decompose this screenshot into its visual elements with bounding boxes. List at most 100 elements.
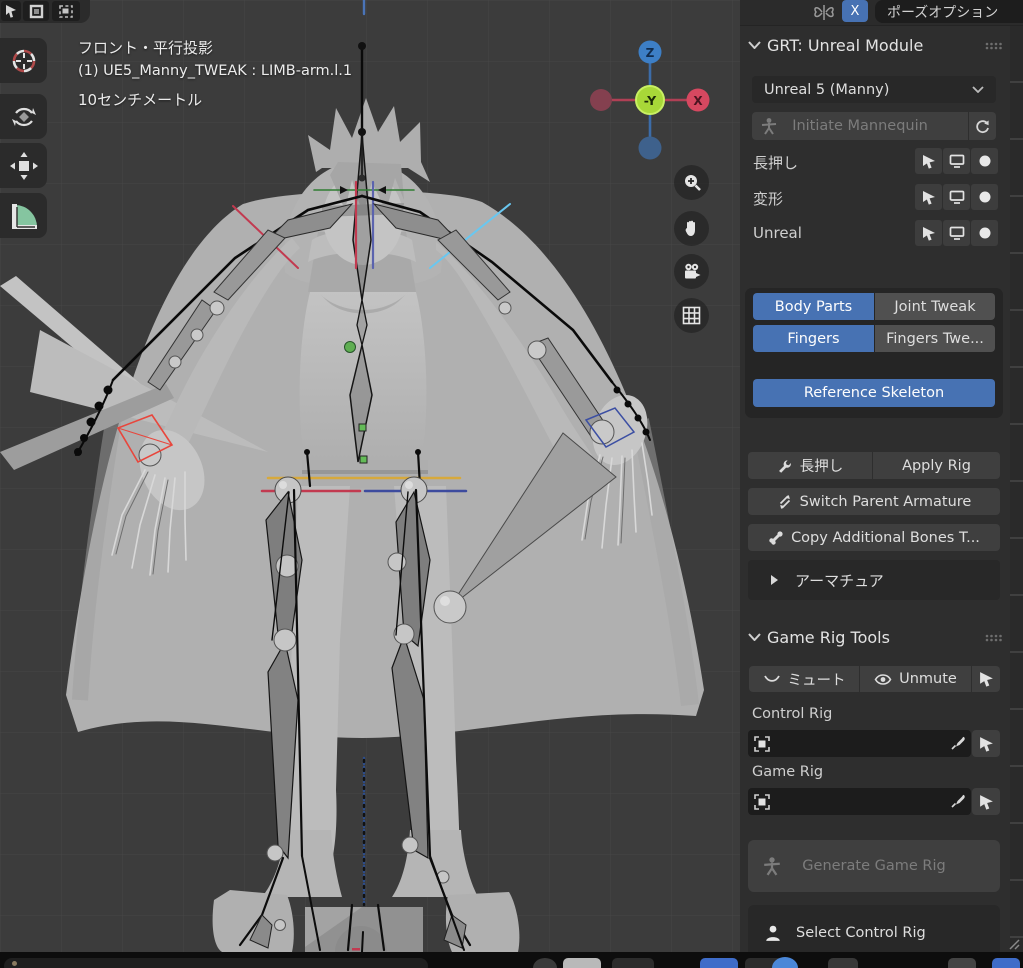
chevron-down-icon bbox=[972, 86, 984, 93]
cursor-3d-icon bbox=[9, 46, 39, 76]
circle-toggle[interactable] bbox=[971, 184, 998, 210]
generate-game-rig-button[interactable]: Generate Game Rig bbox=[748, 840, 1000, 892]
taskbar[interactable] bbox=[0, 952, 1023, 968]
circle-icon bbox=[978, 154, 992, 168]
box-select-button[interactable] bbox=[23, 1, 49, 21]
ortho-toggle-button[interactable] bbox=[674, 298, 709, 333]
initiate-mannequin-button[interactable]: Initiate Mannequin bbox=[752, 112, 968, 140]
zoom-icon bbox=[682, 173, 702, 193]
taskbar-icon[interactable] bbox=[533, 958, 557, 968]
refresh-button[interactable] bbox=[969, 112, 996, 140]
apply-rig-button[interactable]: Apply Rig bbox=[873, 452, 1000, 479]
cursor-toggle[interactable] bbox=[915, 148, 942, 174]
eyedropper-icon[interactable] bbox=[950, 794, 965, 809]
cursor-3d-tool-button[interactable] bbox=[0, 38, 47, 83]
select-control-rig-button[interactable]: Select Control Rig bbox=[748, 905, 1000, 952]
rig-selector-box: Body Parts Joint Tweak Fingers Fingers T… bbox=[745, 288, 1003, 418]
control-rig-field[interactable] bbox=[748, 730, 971, 757]
circle-toggle[interactable] bbox=[971, 148, 998, 174]
eyedropper-icon[interactable] bbox=[950, 736, 965, 751]
box-select-extend-button[interactable] bbox=[52, 1, 80, 21]
copy-additional-bones-button[interactable]: Copy Additional Bones T... bbox=[748, 524, 1000, 551]
control-rig-cursor-toggle[interactable] bbox=[972, 730, 1000, 757]
corner-resize-handle[interactable] bbox=[1006, 936, 1020, 950]
cursor-icon bbox=[979, 671, 994, 687]
svg-text:Z: Z bbox=[646, 46, 655, 60]
cursor-toggle[interactable] bbox=[915, 220, 942, 246]
taskbar-dot bbox=[12, 961, 17, 966]
hand-icon bbox=[682, 219, 701, 238]
gizmo-axis-neg-x[interactable] bbox=[590, 89, 612, 111]
sidebar-n-panel: X ポーズオプション GRT: Unreal Module Unreal 5 (… bbox=[740, 0, 1023, 952]
fingers-tweak-button[interactable]: Fingers Twe... bbox=[875, 325, 995, 352]
view-mode-label: フロント・平行投影 bbox=[78, 37, 213, 58]
panel-scroll-gutter[interactable] bbox=[1010, 26, 1023, 952]
monitor-toggle[interactable] bbox=[943, 148, 970, 174]
rotate-tool-button[interactable] bbox=[0, 94, 47, 139]
taskbar-icon[interactable] bbox=[563, 958, 601, 968]
transform-tool-button[interactable] bbox=[0, 143, 47, 188]
armature-subpanel-header[interactable]: アーマチュア bbox=[748, 560, 1000, 600]
cursor-toggle[interactable] bbox=[915, 184, 942, 210]
long-press-apply-button[interactable]: 長押し bbox=[748, 452, 872, 479]
gizmo-axis-x[interactable]: X bbox=[687, 89, 710, 112]
monitor-toggle[interactable] bbox=[943, 184, 970, 210]
measure-tool-button[interactable] bbox=[0, 193, 47, 238]
chevron-down-icon bbox=[748, 633, 761, 641]
tab-pose-options[interactable]: ポーズオプション bbox=[875, 0, 1023, 23]
taskbar-icon[interactable] bbox=[828, 958, 858, 968]
unmute-button[interactable]: Unmute bbox=[860, 666, 971, 692]
panel-grip-icon[interactable] bbox=[985, 634, 1003, 642]
panel-grip-icon[interactable] bbox=[985, 42, 1003, 50]
tweak-select-button[interactable] bbox=[1, 1, 21, 21]
navigation-gizmo[interactable]: Z X -Y bbox=[588, 38, 712, 162]
eye-closed-icon bbox=[763, 673, 781, 685]
long-press-label: 長押し bbox=[800, 455, 844, 476]
cursor-icon bbox=[979, 736, 994, 752]
gizmo-axis-z[interactable]: Z bbox=[639, 41, 662, 64]
cursor-icon bbox=[922, 190, 936, 205]
copy-bones-label: Copy Additional Bones T... bbox=[791, 530, 980, 546]
pan-button[interactable] bbox=[674, 211, 709, 246]
toggle-row-label: 長押し bbox=[753, 152, 798, 173]
joint-tweak-button[interactable]: Joint Tweak bbox=[875, 293, 995, 320]
game-rig-field[interactable] bbox=[748, 788, 971, 815]
gizmo-axis-neg-y[interactable]: -Y bbox=[636, 86, 664, 114]
circle-toggle[interactable] bbox=[971, 220, 998, 246]
mirror-butterfly-icon[interactable] bbox=[812, 3, 836, 22]
taskbar-icon[interactable] bbox=[992, 958, 1020, 968]
control-rig-label: Control Rig bbox=[752, 706, 832, 722]
fingers-button[interactable]: Fingers bbox=[753, 325, 874, 352]
zoom-button[interactable] bbox=[674, 165, 709, 200]
monitor-icon bbox=[949, 226, 965, 240]
taskbar-icon[interactable] bbox=[612, 958, 654, 968]
switch-parent-armature-button[interactable]: Switch Parent Armature bbox=[748, 488, 1000, 515]
grt-module-title: GRT: Unreal Module bbox=[767, 36, 923, 55]
wrench-icon bbox=[777, 458, 793, 474]
game-rig-cursor-toggle[interactable] bbox=[972, 788, 1000, 815]
preset-dropdown-value: Unreal 5 (Manny) bbox=[764, 82, 889, 98]
swap-arrows-icon bbox=[777, 494, 793, 510]
rotate-tool-icon bbox=[9, 102, 39, 132]
sidebar-tab-bar: X ポーズオプション bbox=[740, 0, 1023, 26]
mute-button[interactable]: ミュート bbox=[749, 666, 859, 692]
svg-text:-Y: -Y bbox=[644, 93, 657, 108]
generate-game-rig-label: Generate Game Rig bbox=[802, 858, 945, 874]
gizmo-axis-neg-z[interactable] bbox=[639, 137, 662, 160]
camera-view-button[interactable] bbox=[674, 254, 709, 289]
x-mirror-toggle[interactable]: X bbox=[842, 0, 868, 22]
taskbar-icon[interactable] bbox=[772, 957, 798, 968]
body-parts-button[interactable]: Body Parts bbox=[753, 293, 874, 320]
mute-cursor-toggle[interactable] bbox=[972, 666, 1000, 692]
monitor-toggle[interactable] bbox=[943, 220, 970, 246]
taskbar-status-pill bbox=[4, 958, 428, 968]
transform-tool-icon bbox=[9, 151, 39, 181]
grt-module-header[interactable]: GRT: Unreal Module bbox=[740, 34, 1010, 56]
taskbar-icon[interactable] bbox=[948, 958, 976, 968]
eye-open-icon bbox=[874, 673, 892, 686]
game-rig-tools-header[interactable]: Game Rig Tools bbox=[740, 626, 1010, 648]
preset-dropdown[interactable]: Unreal 5 (Manny) bbox=[752, 76, 996, 103]
taskbar-icon[interactable] bbox=[700, 958, 738, 968]
reference-skeleton-button[interactable]: Reference Skeleton bbox=[753, 379, 995, 407]
toggle-row-label: Unreal bbox=[753, 224, 802, 242]
